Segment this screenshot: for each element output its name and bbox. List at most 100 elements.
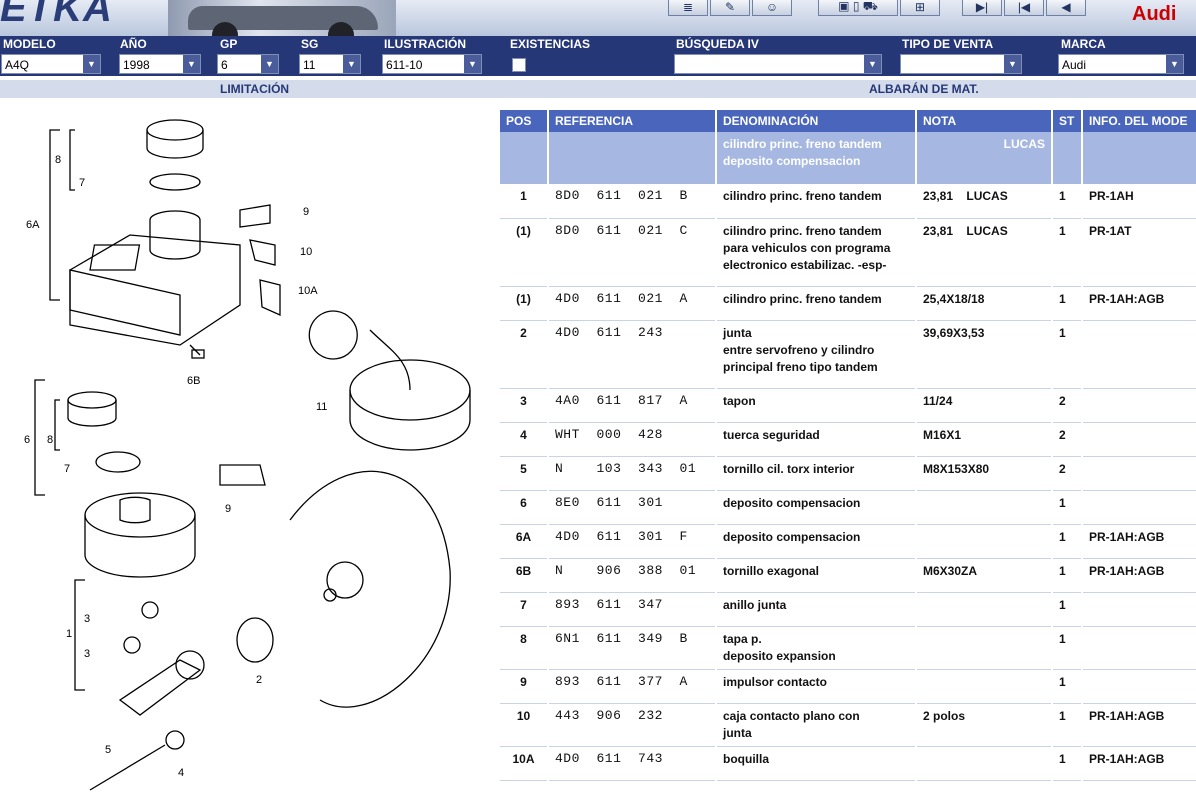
label-modelo: MODELO — [3, 37, 56, 51]
edit-icon[interactable]: ✎ — [710, 0, 750, 16]
chevron-down-icon[interactable]: ▼ — [1166, 55, 1183, 73]
cell-st: 1 — [1052, 746, 1083, 781]
etka-logo: ETKA — [0, 0, 113, 30]
play-end-icon[interactable]: ▶| — [962, 0, 1002, 16]
table-row[interactable]: 5N 103 343 01 tornillo cil. torx interior… — [500, 456, 1196, 491]
diag-label: 5 — [105, 744, 111, 756]
col-st[interactable]: ST — [1052, 110, 1083, 132]
diag-label: 4 — [178, 767, 184, 779]
busqueda-select[interactable]: ▼ — [674, 54, 882, 74]
cell-pos: 6B — [500, 558, 549, 593]
parts-table: POS REFERENCIA DENOMINACIÓN NOTA ST INFO… — [500, 110, 1196, 781]
parts-diagram[interactable]: 8 7 6A 9 10 10A 6B 11 6 8 7 9 1 3 3 2 5 … — [0, 100, 498, 794]
diag-label: 10 — [300, 246, 312, 258]
modelo-select[interactable]: A4Q ▼ — [1, 54, 101, 74]
table-row[interactable]: 1 8D0 611 021 Bcilindro princ. freno tand… — [500, 184, 1196, 219]
tipo-venta-select[interactable]: ▼ — [900, 54, 1022, 74]
gp-select[interactable]: 6 ▼ — [217, 54, 279, 74]
vehicle-tools-icon[interactable]: ▣ ▯ ⛟ — [818, 0, 898, 16]
cell-ref: N 103 343 01 — [548, 456, 717, 491]
cell-ref: 4D0 611 301 F — [548, 524, 717, 559]
cell-nota: 39,69X3,53 — [916, 320, 1053, 389]
col-denominacion[interactable]: DENOMINACIÓN — [716, 110, 917, 132]
denominacion-line: deposito compensacion — [723, 529, 861, 544]
diag-label: 8 — [47, 434, 53, 446]
label-gp: GP — [220, 37, 238, 51]
audi-logo: Audi — [1132, 3, 1177, 25]
cell-ref: 6N1 611 349 B — [548, 626, 717, 670]
cell-ref: 8D0 611 021 C — [548, 218, 717, 287]
table-row[interactable]: (1) 8D0 611 021 Ccilindro princ. freno ta… — [500, 218, 1196, 287]
sg-select[interactable]: 11 ▼ — [299, 54, 361, 74]
ano-select[interactable]: 1998 ▼ — [119, 54, 201, 74]
cell-ref: N 906 388 01 — [548, 558, 717, 593]
table-row[interactable]: 10 443 906 232 caja contacto plano con junt… — [500, 703, 1196, 747]
cell-denominacion: impulsor contacto — [716, 669, 917, 704]
car-image — [168, 0, 396, 36]
cell-st: 1 — [1052, 558, 1083, 593]
cell-st: 2 — [1052, 388, 1083, 423]
chevron-down-icon[interactable]: ▼ — [1004, 55, 1021, 73]
cell-ref: 4D0 611 743 — [548, 746, 717, 781]
col-info[interactable]: INFO. DEL MODE — [1082, 110, 1196, 132]
chevron-down-icon[interactable]: ▼ — [261, 55, 278, 73]
cell-denominacion: cilindro princ. freno tandem para vehicul… — [716, 218, 917, 287]
cell-pos: 9 — [500, 669, 549, 704]
diag-label: 6A — [26, 219, 40, 231]
table-row[interactable]: 2 4D0 611 243 junta entre servofreno y cili… — [500, 320, 1196, 389]
cell-pos: 4 — [500, 422, 549, 457]
ilustracion-select[interactable]: 611-10 ▼ — [382, 54, 482, 74]
limitacion-label: LIMITACIÓN — [220, 82, 290, 96]
table-row[interactable]: 10A 4D0 611 743 boquilla 1 PR-1AH:AGB — [500, 746, 1196, 781]
col-referencia[interactable]: REFERENCIA — [548, 110, 717, 132]
chevron-down-icon[interactable]: ▼ — [83, 55, 100, 73]
diag-label: 8 — [55, 154, 61, 166]
denominacion-line: tornillo cil. torx interior — [723, 461, 855, 476]
chevron-down-icon[interactable]: ▼ — [183, 55, 200, 73]
cell-info: PR-1AH:AGB — [1082, 703, 1196, 747]
cell-ref: 893 611 347 — [548, 592, 717, 627]
cell-info — [1082, 456, 1196, 491]
denominacion-line: entre servofreno y cilindro — [723, 342, 875, 357]
cart-icon[interactable]: ⊞ — [900, 0, 940, 16]
cell-denominacion: caja contacto plano con junta — [716, 703, 917, 747]
back-icon[interactable]: ◀ — [1046, 0, 1086, 16]
diag-label: 9 — [303, 206, 309, 218]
top-banner: ETKA ≣ ✎ ☺ ▣ ▯ ⛟ ⊞ ▶| |◀ ◀ Audi — [0, 0, 1196, 36]
diag-label: 2 — [256, 674, 262, 686]
table-row[interactable]: (1) 4D0 611 021 A cilindro princ. freno ta… — [500, 286, 1196, 321]
cell-st: 1 — [1052, 184, 1083, 219]
col-pos[interactable]: POS — [500, 110, 549, 132]
denominacion-line: boquilla — [723, 751, 769, 766]
first-icon[interactable]: |◀ — [1004, 0, 1044, 16]
users-icon[interactable]: ☺ — [752, 0, 792, 16]
cell-nota — [916, 490, 1053, 525]
table-row[interactable]: 6A 4D0 611 301 F deposito compensacion 1 PR-… — [500, 524, 1196, 559]
table-row[interactable]: 6B N 906 388 01 tornillo exagonal M6X30ZA 1 P… — [500, 558, 1196, 593]
cell-info: PR-1AH:AGB — [1082, 524, 1196, 559]
filter-inputs: A4Q ▼ 1998 ▼ 6 ▼ 11 ▼ 611-10 ▼ ▼ ▼ Audi ▼ — [0, 52, 1196, 76]
chevron-down-icon[interactable]: ▼ — [343, 55, 360, 73]
cell-nota: M16X1 — [916, 422, 1053, 457]
table-row[interactable]: 8 6N1 611 349 B tapa p. deposito expansion 1 — [500, 626, 1196, 670]
marca-select[interactable]: Audi ▼ — [1058, 54, 1184, 74]
table-row[interactable]: 7 893 611 347 anillo junta 1 — [500, 592, 1196, 627]
chevron-down-icon[interactable]: ▼ — [464, 55, 481, 73]
table-row[interactable]: 9 893 611 377 A impulsor contacto 1 — [500, 669, 1196, 704]
label-existencias: EXISTENCIAS — [510, 37, 591, 51]
cell-pos: 8 — [500, 626, 549, 670]
cell-nota: M8X153X80 — [916, 456, 1053, 491]
existencias-checkbox[interactable] — [512, 58, 526, 72]
col-nota[interactable]: NOTA — [916, 110, 1053, 132]
denominacion-line: electronico estabilizac. -esp- — [723, 257, 887, 272]
denominacion-line: tapon — [723, 393, 756, 408]
table-row[interactable]: 4 WHT 000 428 tuerca seguridad M16X1 2 — [500, 422, 1196, 457]
list-icon[interactable]: ≣ — [668, 0, 708, 16]
cell-nota — [916, 669, 1053, 704]
chevron-down-icon[interactable]: ▼ — [864, 55, 881, 73]
cell-ref: 893 611 377 A — [548, 669, 717, 704]
cell-st: 1 — [1052, 524, 1083, 559]
group-note: LUCAS — [916, 132, 1053, 184]
table-row[interactable]: 3 4A0 611 817 A tapon 11/24 2 — [500, 388, 1196, 423]
table-row[interactable]: 6 8E0 611 301 deposito compensacion 1 — [500, 490, 1196, 525]
